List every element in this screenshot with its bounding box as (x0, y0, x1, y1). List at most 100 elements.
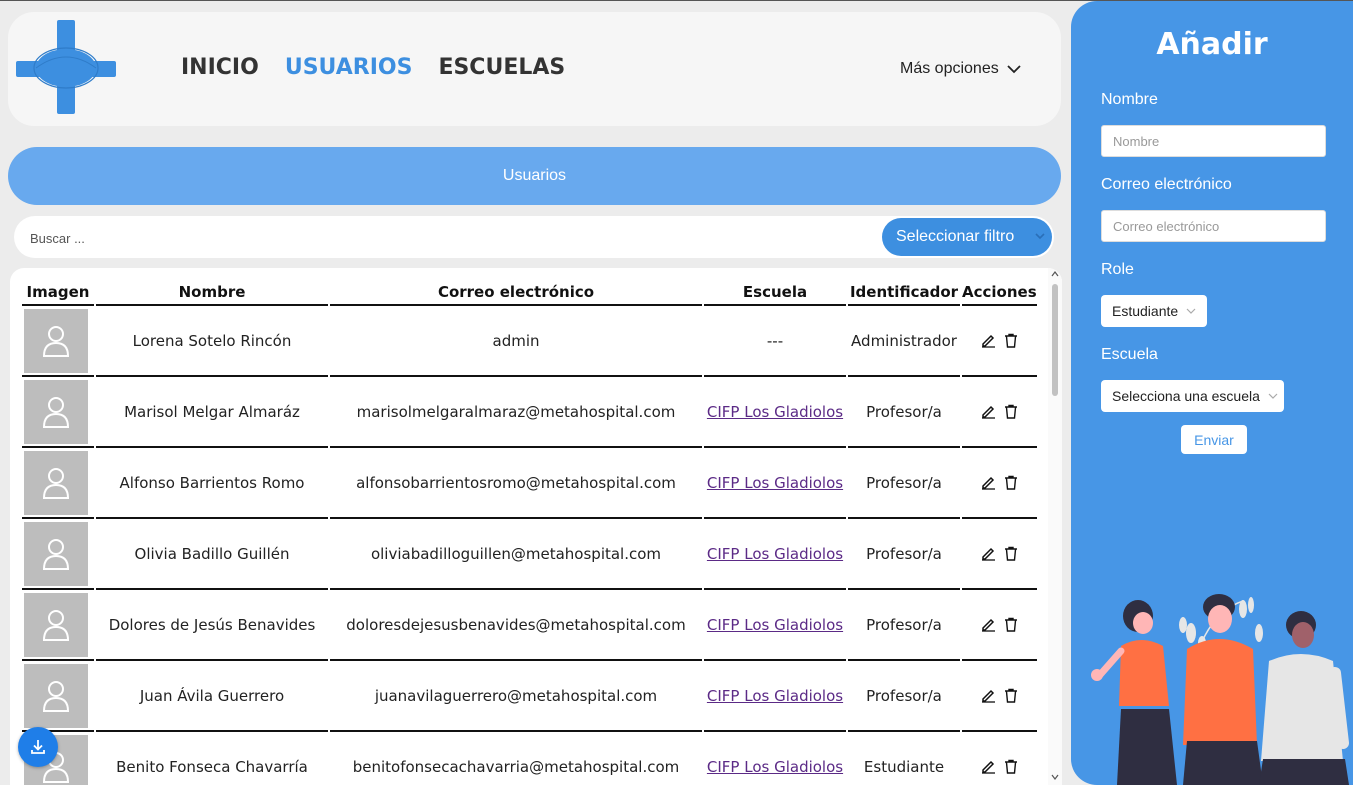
delete-button[interactable] (1004, 404, 1018, 419)
col-header-identifier: Identificador (848, 280, 960, 306)
delete-button[interactable] (1004, 546, 1018, 561)
edit-button[interactable] (981, 546, 996, 561)
col-header-image: Imagen (22, 280, 94, 306)
image-cell (22, 519, 94, 590)
email-cell: alfonsobarrientosromo@metahospital.com (330, 448, 702, 519)
table-row: Lorena Sotelo Rincón admin --- Administrado… (22, 306, 1037, 377)
name-label: Nombre (1101, 91, 1158, 108)
role-select[interactable]: Estudiante (1101, 295, 1207, 327)
school-label: Escuela (1101, 346, 1158, 363)
delete-button[interactable] (1004, 333, 1018, 348)
email-label: Correo electrónico (1101, 176, 1232, 193)
user-icon (42, 539, 70, 570)
trash-icon (1004, 688, 1017, 703)
nav-inicio[interactable]: INICIO (181, 55, 259, 80)
medical-cross-logo[interactable] (16, 20, 116, 114)
nav-escuelas[interactable]: ESCUELAS (438, 55, 565, 80)
avatar (24, 593, 88, 657)
school-link[interactable]: CIFP Los Gladiolos (707, 403, 843, 421)
table-row: Juan Ávila Guerrero juanavilaguerrero@met… (22, 661, 1037, 732)
edit-button[interactable] (981, 404, 996, 419)
school-link[interactable]: CIFP Los Gladiolos (707, 758, 843, 776)
actions-cell (962, 732, 1037, 785)
identifier-cell: Administrador (848, 306, 960, 377)
actions-cell (962, 590, 1037, 661)
download-button[interactable] (18, 727, 58, 767)
image-cell (22, 377, 94, 448)
scrollbar-thumb[interactable] (1052, 284, 1058, 396)
image-cell (22, 661, 94, 732)
delete-button[interactable] (1004, 475, 1018, 490)
search-input[interactable] (22, 222, 632, 254)
nav-usuarios[interactable]: USUARIOS (285, 55, 413, 80)
actions-cell (962, 448, 1037, 519)
trash-icon (1004, 475, 1017, 490)
scroll-up-icon[interactable] (1051, 270, 1059, 278)
identifier-cell: Profesor/a (848, 448, 960, 519)
name-cell: Benito Fonseca Chavarría (96, 732, 328, 785)
edit-button[interactable] (981, 759, 996, 774)
delete-button[interactable] (1004, 688, 1018, 703)
submit-button[interactable]: Enviar (1181, 425, 1247, 454)
school-link[interactable]: CIFP Los Gladiolos (707, 616, 843, 634)
trash-icon (1004, 333, 1017, 348)
school-link[interactable]: CIFP Los Gladiolos (707, 545, 843, 563)
school-link[interactable]: CIFP Los Gladiolos (707, 474, 843, 492)
chevron-down-icon (1186, 308, 1196, 314)
edit-icon (981, 476, 995, 490)
edit-icon (981, 334, 995, 348)
actions-cell (962, 661, 1037, 732)
table-row: Olivia Badillo Guillén oliviabadilloguill… (22, 519, 1037, 590)
edit-button[interactable] (981, 688, 996, 703)
table-body: Lorena Sotelo Rincón admin --- Administrado… (22, 306, 1037, 785)
email-cell: marisolmelgaralmaraz@metahospital.com (330, 377, 702, 448)
school-link[interactable]: CIFP Los Gladiolos (707, 687, 843, 705)
avatar (24, 664, 88, 728)
email-cell: benitofonsecachavarria@metahospital.com (330, 732, 702, 785)
more-options-dropdown[interactable]: Más opciones (900, 60, 1021, 78)
trash-icon (1004, 617, 1017, 632)
table-row: Benito Fonseca Chavarría benitofonsecacha… (22, 732, 1037, 785)
edit-button[interactable] (981, 333, 996, 348)
avatar (24, 380, 88, 444)
table-row: Alfonso Barrientos Romo alfonsobarrientos… (22, 448, 1037, 519)
banner-title: Usuarios (502, 167, 567, 184)
school-cell: CIFP Los Gladiolos (704, 448, 846, 519)
school-select[interactable]: Selecciona una escuela (1101, 380, 1284, 412)
col-header-name: Nombre (96, 280, 328, 306)
panel-title: Añadir (1156, 27, 1268, 62)
users-banner: Usuarios (8, 147, 1061, 205)
edit-button[interactable] (981, 475, 996, 490)
users-table: Imagen Nombre Correo electrónico Escuela… (20, 280, 1039, 785)
col-header-email: Correo electrónico (330, 280, 702, 306)
filter-select[interactable]: Seleccionar filtro (882, 218, 1052, 256)
chevron-down-icon (1035, 233, 1045, 240)
edit-button[interactable] (981, 617, 996, 632)
school-select-value: Selecciona una escuela (1112, 388, 1260, 404)
table-row: Dolores de Jesús Benavides doloresdejesus… (22, 590, 1037, 661)
filter-label: Seleccionar filtro (896, 228, 1015, 245)
identifier-cell: Profesor/a (848, 590, 960, 661)
delete-button[interactable] (1004, 759, 1018, 774)
chevron-down-icon (1268, 393, 1278, 399)
avatar (24, 522, 88, 586)
edit-icon (981, 760, 995, 774)
col-header-school: Escuela (704, 280, 846, 306)
table-row: Marisol Melgar Almaráz marisolmelgaralmar… (22, 377, 1037, 448)
user-icon (42, 610, 70, 641)
email-field[interactable] (1101, 210, 1326, 242)
delete-button[interactable] (1004, 617, 1018, 632)
table-scrollbar[interactable] (1048, 268, 1062, 785)
top-header: INICIO USUARIOS ESCUELAS Más opciones (8, 12, 1061, 126)
avatar (24, 451, 88, 515)
actions-cell (962, 519, 1037, 590)
people-illustration (1091, 594, 1349, 785)
scroll-down-icon[interactable] (1051, 773, 1059, 781)
download-icon (31, 740, 45, 754)
school-cell: --- (704, 306, 846, 377)
more-options-label: Más opciones (900, 60, 999, 77)
actions-cell (962, 306, 1037, 377)
image-cell (22, 306, 94, 377)
name-field[interactable] (1101, 125, 1326, 157)
email-cell: juanavilaguerrero@metahospital.com (330, 661, 702, 732)
